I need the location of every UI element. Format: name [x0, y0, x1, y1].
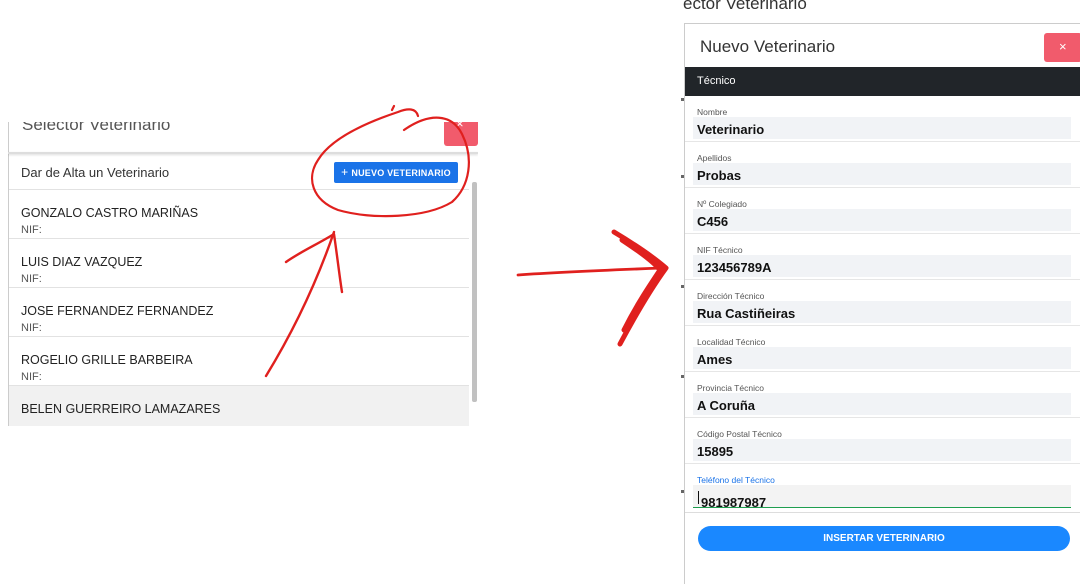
veterinarian-name: ROGELIO GRILLE BARBEIRA — [21, 353, 193, 367]
nif-input[interactable]: 123456789A — [693, 255, 1071, 277]
section-header: Técnico — [685, 67, 1080, 96]
veterinarian-list: GONZALO CASTRO MARIÑAS NIF: LUIS DIAZ VA… — [9, 189, 469, 426]
add-veterinarian-row: Dar de Alta un Veterinario + NUEVO VETERI… — [21, 162, 469, 190]
list-item[interactable]: ROGELIO GRILLE BARBEIRA NIF: — [9, 336, 469, 385]
veterinarian-name: BELEN GUERREIRO LAMAZARES — [21, 402, 221, 416]
field-label: Nombre — [697, 107, 728, 117]
plus-icon: + — [341, 165, 349, 179]
nombre-input[interactable]: Veterinario — [693, 117, 1071, 139]
annotation-arrow-right — [516, 266, 664, 277]
telefono-input[interactable]: 981987987 — [693, 485, 1071, 510]
field-label: Provincia Técnico — [697, 383, 764, 393]
close-icon: × — [456, 122, 464, 131]
field-apellidos: Apellidos Probas — [685, 142, 1080, 188]
field-direccion: Dirección Técnico Rua Castiñeiras — [685, 280, 1080, 326]
annotation-arrow-right-head — [611, 229, 669, 347]
modal-title: Nuevo Veterinario — [700, 37, 836, 56]
veterinarian-nif: NIF: — [21, 322, 42, 334]
provincia-input[interactable]: A Coruña — [693, 393, 1071, 415]
field-telefono: Teléfono del Técnico 981987987 — [685, 464, 1080, 510]
veterinarian-nif: NIF: — [21, 273, 42, 285]
list-scrollbar[interactable] — [472, 182, 477, 402]
insertar-veterinario-button[interactable]: INSERTAR VETERINARIO — [698, 526, 1070, 551]
veterinarian-name: LUIS DIAZ VAZQUEZ — [21, 255, 143, 269]
veterinarian-nif: NIF: — [21, 224, 42, 236]
direccion-input[interactable]: Rua Castiñeiras — [693, 301, 1071, 323]
field-label: NIF Técnico — [697, 245, 743, 255]
field-label: Apellidos — [697, 153, 732, 163]
field-provincia: Provincia Técnico A Coruña — [685, 372, 1080, 418]
field-nombre: Nombre Veterinario — [685, 96, 1080, 142]
nuevo-veterinario-label: NUEVO VETERINARIO — [351, 168, 451, 178]
section-label: Técnico — [697, 75, 736, 87]
close-button[interactable]: × — [444, 122, 478, 146]
close-icon: × — [1059, 39, 1067, 54]
field-label: Dirección Técnico — [697, 291, 765, 301]
add-veterinarian-label: Dar de Alta un Veterinario — [21, 165, 170, 180]
nuevo-veterinario-button[interactable]: + NUEVO VETERINARIO — [334, 162, 458, 183]
apellidos-input[interactable]: Probas — [693, 163, 1071, 185]
selector-veterinario-panel: Selector Veterinario × Dar de Alta un Ve… — [8, 122, 478, 426]
close-button[interactable]: × — [1044, 33, 1080, 62]
list-item[interactable]: JOSE FERNANDEZ FERNANDEZ NIF: — [9, 287, 469, 336]
header-divider — [8, 152, 478, 154]
field-label: Teléfono del Técnico — [697, 475, 775, 485]
panel-title: Selector Veterinario — [22, 122, 171, 134]
background-heading: ector Veterinario — [683, 0, 807, 13]
nuevo-veterinario-modal: Nuevo Veterinario × Técnico Nombre Veter… — [684, 23, 1080, 584]
list-item[interactable]: BELEN GUERREIRO LAMAZARES — [9, 385, 469, 426]
list-item[interactable]: LUIS DIAZ VAZQUEZ NIF: — [9, 238, 469, 287]
veterinarian-nif: NIF: — [21, 371, 42, 383]
codigo-postal-input[interactable]: 15895 — [693, 439, 1071, 461]
colegiado-input[interactable]: C456 — [693, 209, 1071, 231]
field-localidad: Localidad Técnico Ames — [685, 326, 1080, 372]
veterinarian-name: GONZALO CASTRO MARIÑAS — [21, 206, 199, 220]
field-label: Código Postal Técnico — [697, 429, 782, 439]
text-caret — [698, 491, 699, 504]
footer-divider — [685, 512, 1080, 513]
localidad-input[interactable]: Ames — [693, 347, 1071, 369]
form-fields: Nombre Veterinario Apellidos Probas Nº C… — [685, 96, 1080, 510]
field-codigo-postal: Código Postal Técnico 15895 — [685, 418, 1080, 464]
field-colegiado: Nº Colegiado C456 — [685, 188, 1080, 234]
field-label: Localidad Técnico — [697, 337, 766, 347]
veterinarian-name: JOSE FERNANDEZ FERNANDEZ — [21, 304, 214, 318]
field-nif: NIF Técnico 123456789A — [685, 234, 1080, 280]
list-item[interactable]: GONZALO CASTRO MARIÑAS NIF: — [9, 189, 469, 238]
field-label: Nº Colegiado — [697, 199, 747, 209]
